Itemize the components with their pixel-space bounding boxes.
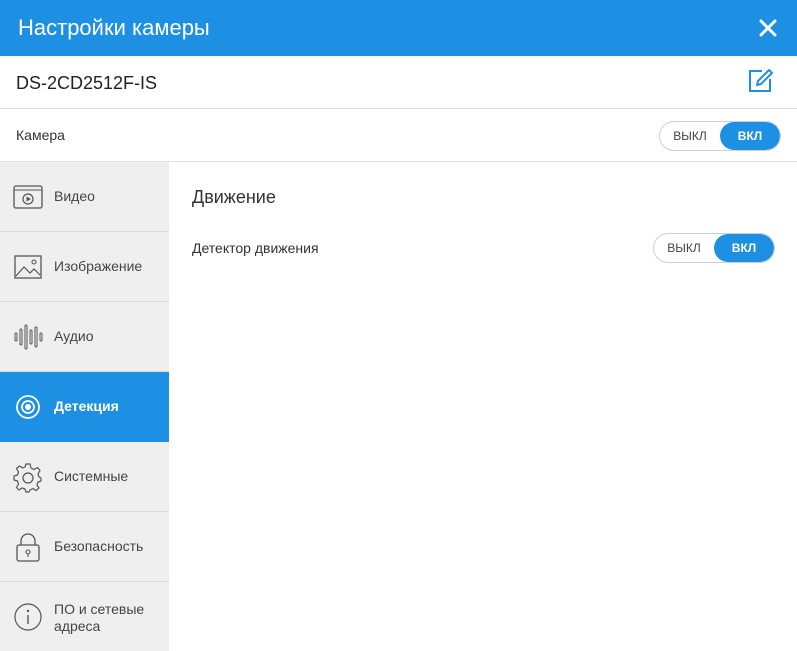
sidebar-item-label: Детекция xyxy=(54,398,119,414)
image-icon xyxy=(12,251,44,283)
sidebar-item-label: Видео xyxy=(54,188,95,204)
detection-target-icon xyxy=(12,391,44,423)
motion-detector-label: Детектор движения xyxy=(192,240,319,256)
close-icon[interactable] xyxy=(753,13,783,43)
camera-label: Камера xyxy=(16,127,65,143)
sidebar-item-firmware-network[interactable]: ПО и сетевые адреса xyxy=(0,582,169,651)
info-icon xyxy=(12,601,44,633)
sidebar-item-video[interactable]: Видео xyxy=(0,162,169,232)
device-name: DS-2CD2512F-IS xyxy=(16,73,158,93)
sidebar-item-label: Системные xyxy=(54,468,129,484)
sidebar-item-label: Безопасность xyxy=(54,538,144,554)
sidebar-item-label: Изображение xyxy=(54,258,143,274)
camera-toggle-off[interactable]: ВЫКЛ xyxy=(660,122,720,150)
sidebar-item-system[interactable]: Системные xyxy=(0,442,169,512)
lock-icon xyxy=(12,531,44,563)
edit-icon[interactable] xyxy=(745,67,775,95)
sidebar: Видео Изображение Аудио Детекция Системн… xyxy=(0,162,169,651)
section-title: Движение xyxy=(192,187,276,207)
device-header: DS-2CD2512F-IS xyxy=(0,56,797,109)
motion-detector-toggle-on[interactable]: ВКЛ xyxy=(714,234,774,262)
audio-waveform-icon xyxy=(12,321,44,353)
motion-detector-toggle-off[interactable]: ВЫКЛ xyxy=(654,234,714,262)
sidebar-item-audio[interactable]: Аудио xyxy=(0,302,169,372)
camera-row: Камера ВЫКЛ ВКЛ xyxy=(0,109,797,162)
camera-toggle-on[interactable]: ВКЛ xyxy=(720,122,780,150)
camera-toggle[interactable]: ВЫКЛ ВКЛ xyxy=(659,121,781,151)
content-panel: Движение Детектор движения ВЫКЛ ВКЛ xyxy=(169,162,797,651)
sidebar-item-image[interactable]: Изображение xyxy=(0,232,169,302)
video-icon xyxy=(12,181,44,213)
sidebar-item-label: ПО и сетевые адреса xyxy=(54,601,145,634)
gear-icon xyxy=(12,461,44,493)
title-bar: Настройки камеры xyxy=(0,0,797,56)
window-title: Настройки камеры xyxy=(18,15,210,40)
motion-detector-toggle[interactable]: ВЫКЛ ВКЛ xyxy=(653,233,775,263)
sidebar-item-detection[interactable]: Детекция xyxy=(0,372,169,442)
sidebar-item-security[interactable]: Безопасность xyxy=(0,512,169,582)
sidebar-item-label: Аудио xyxy=(54,328,94,344)
